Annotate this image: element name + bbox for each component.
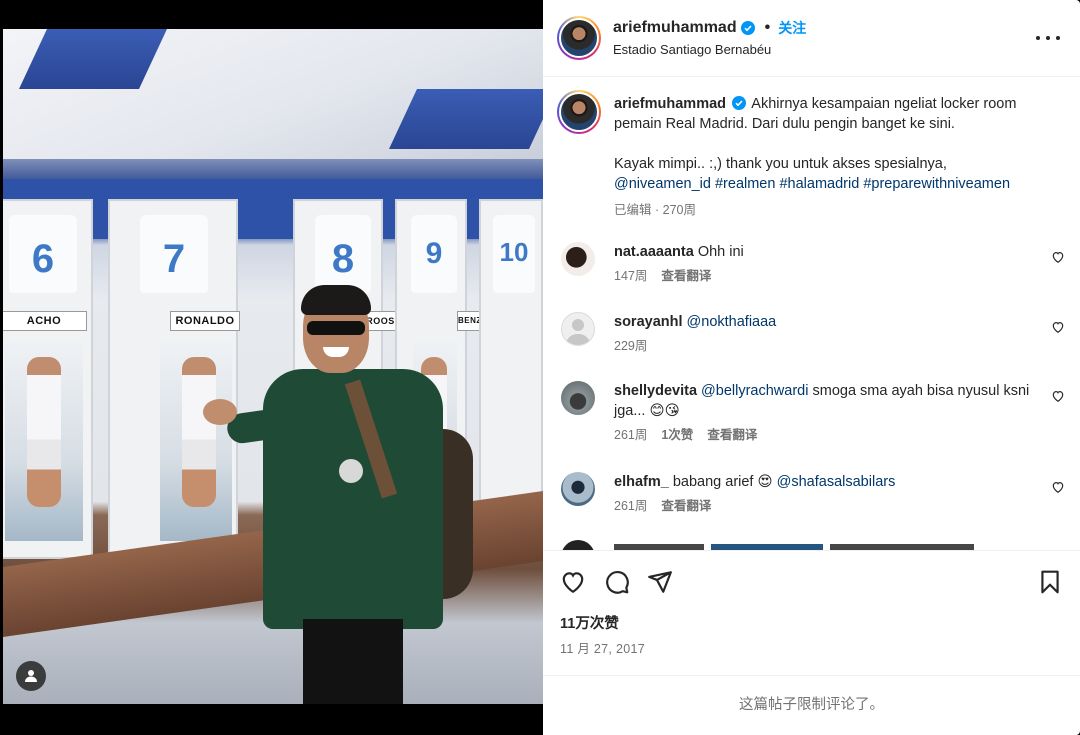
- comment-username[interactable]: shellydevita: [614, 383, 697, 399]
- caption-tag[interactable]: #preparewithniveamen: [863, 176, 1010, 192]
- comment-text: Ohh ini: [697, 244, 744, 260]
- locker: 6 ACHO: [3, 199, 93, 559]
- comment-avatar[interactable]: [561, 312, 595, 346]
- comment-mention[interactable]: @shafasalsabilars: [777, 474, 896, 490]
- sunglasses: [307, 321, 365, 335]
- player-figure: [27, 357, 61, 507]
- share-icon[interactable]: [647, 569, 673, 595]
- see-translation-button[interactable]: 查看翻译: [661, 266, 711, 286]
- comment-meta: 229周: [614, 336, 1034, 356]
- post-header: ariefmuhammad • 关注 Estadio Santiago Bern…: [543, 0, 1080, 77]
- caption-line-2: Kayak mimpi.. :,) thank you untuk akses …: [614, 156, 947, 172]
- see-translation-button[interactable]: 查看翻译: [707, 425, 757, 445]
- comment-age[interactable]: 261周: [614, 425, 647, 445]
- default-avatar-icon: [566, 319, 590, 345]
- comment-likes[interactable]: 1次赞: [661, 425, 693, 445]
- caption-tag[interactable]: #realmen: [715, 176, 775, 192]
- jersey: 6: [9, 215, 77, 293]
- bookmark-icon[interactable]: [1037, 569, 1063, 595]
- caption-tag[interactable]: #halamadrid: [779, 176, 859, 192]
- heart-icon[interactable]: [1051, 480, 1065, 494]
- header-separator: •: [764, 19, 771, 36]
- hand: [203, 399, 237, 425]
- comment-username[interactable]: elhafm_: [614, 474, 669, 490]
- comment-mention[interactable]: @bellyrachwardi: [701, 383, 808, 399]
- caption-avatar[interactable]: [557, 90, 601, 134]
- comment-age[interactable]: 147周: [614, 266, 647, 286]
- more-options-icon[interactable]: [1036, 28, 1060, 48]
- post-date[interactable]: 11 月 27, 2017: [560, 638, 645, 657]
- comment-avatar[interactable]: [561, 242, 595, 276]
- comment-text: babang arief 😍: [672, 474, 773, 490]
- see-translation-button[interactable]: 查看翻译: [661, 496, 711, 516]
- post-photo[interactable]: 6 ACHO 7 RONALDO 8 KROOS 9 BENZEMA 10: [3, 29, 543, 704]
- heart-icon[interactable]: [1051, 250, 1065, 264]
- heart-icon[interactable]: [1051, 320, 1065, 334]
- locker-nameplate: RONALDO: [170, 311, 240, 331]
- jersey: 8: [315, 215, 371, 293]
- post-location[interactable]: Estadio Santiago Bernabéu: [613, 42, 771, 57]
- heart-icon[interactable]: [560, 569, 586, 595]
- player-poster: [160, 341, 232, 541]
- follow-button[interactable]: 关注: [778, 18, 806, 38]
- caption-tag[interactable]: @niveamen_id: [614, 176, 711, 192]
- locker: 7 RONALDO: [108, 199, 240, 559]
- person-icon: [25, 670, 37, 682]
- comment-icon[interactable]: [604, 569, 630, 595]
- comment-avatar[interactable]: [561, 540, 595, 550]
- comment-body: shellydevita @bellyrachwardi smoga sma a…: [614, 381, 1034, 445]
- post-side-panel: ariefmuhammad • 关注 Estadio Santiago Bern…: [543, 0, 1080, 735]
- author-username[interactable]: ariefmuhammad: [613, 19, 737, 37]
- comment-mention[interactable]: @nokthafiaaa: [687, 314, 777, 330]
- comment-body: nat.aaaanta Ohh ini 147周 查看翻译: [614, 242, 1034, 286]
- comment-body: elhafm_ babang arief 😍 @shafasalsabilars…: [614, 472, 1034, 516]
- caption-meta-separator: ·: [655, 203, 660, 217]
- photo-skylight: [389, 89, 543, 149]
- post-modal: 6 ACHO 7 RONALDO 8 KROOS 9 BENZEMA 10: [0, 0, 1080, 735]
- comment-avatar[interactable]: [561, 381, 595, 415]
- comment-age[interactable]: 229周: [614, 336, 647, 356]
- tiger-logo: [339, 459, 363, 483]
- comment-age[interactable]: 261周: [614, 496, 647, 516]
- comments-scroll-area[interactable]: ariefmuhammad Akhirnya kesampaian ngelia…: [543, 78, 1080, 550]
- comment-meta: 261周 1次赞 查看翻译: [614, 425, 1034, 445]
- likes-count[interactable]: 11万次赞: [560, 612, 619, 633]
- comment-meta: 147周 查看翻译: [614, 266, 1034, 286]
- jersey-number: 8: [331, 237, 355, 281]
- caption-age[interactable]: 270周: [663, 203, 696, 217]
- post-actions: 11万次赞 11 月 27, 2017: [543, 550, 1080, 674]
- edited-label: 已编辑: [614, 203, 652, 217]
- jersey-number: 10: [499, 237, 529, 267]
- author-avatar[interactable]: [557, 16, 601, 60]
- player-poster: [5, 341, 83, 541]
- caption-text-block: ariefmuhammad Akhirnya kesampaian ngelia…: [614, 94, 1054, 220]
- comments-limited-notice: 这篇帖子限制评论了。: [543, 675, 1080, 735]
- comment-meta: 261周 查看翻译: [614, 496, 1034, 516]
- post-photo-area: 6 ACHO 7 RONALDO 8 KROOS 9 BENZEMA 10: [0, 0, 543, 735]
- heart-icon[interactable]: [1051, 389, 1065, 403]
- verified-badge-icon: [732, 96, 747, 110]
- comment-username[interactable]: sorayanhl: [614, 314, 683, 330]
- jersey-number: 7: [162, 237, 186, 281]
- legs: [303, 619, 403, 704]
- tagged-users-button[interactable]: [16, 661, 46, 691]
- player-figure: [182, 357, 216, 507]
- author-row: ariefmuhammad • 关注: [613, 18, 806, 38]
- comment-username[interactable]: nat.aaaanta: [614, 244, 694, 260]
- jersey: 7: [140, 215, 208, 293]
- verified-badge-icon: [740, 21, 755, 35]
- person-figure: [203, 285, 473, 704]
- hair: [301, 285, 371, 315]
- caption-meta: 已编辑 · 270周: [614, 200, 1054, 220]
- caption-username[interactable]: ariefmuhammad: [614, 96, 726, 112]
- comment-avatar[interactable]: [561, 472, 595, 506]
- jersey: 9: [411, 215, 457, 293]
- jersey-number: 9: [425, 237, 443, 270]
- jersey-number: 6: [31, 237, 55, 281]
- comment-body: sorayanhl @nokthafiaaa 229周: [614, 312, 1034, 356]
- locker-nameplate: ACHO: [3, 311, 87, 331]
- jersey: 10: [493, 215, 535, 293]
